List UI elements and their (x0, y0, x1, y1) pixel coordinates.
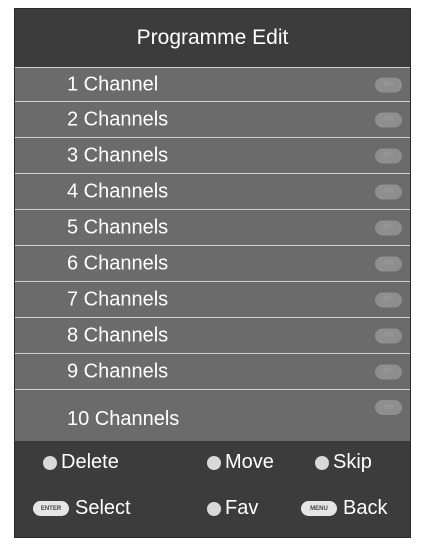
delete-button[interactable]: Delete (43, 451, 119, 474)
channel-type-badge: DTV (375, 292, 402, 307)
channel-type-badge: DTV (375, 364, 402, 379)
channel-row[interactable]: 2 Channels DTV (15, 101, 410, 137)
back-button[interactable]: MENU Back (301, 497, 387, 520)
channel-row[interactable]: 3 Channels DTV (15, 137, 410, 173)
channel-type-badge: DTV (375, 256, 402, 271)
button-legend: Delete Move Skip ENTER Select Fav MENU B… (15, 441, 410, 539)
channel-name: 5 Channels (67, 216, 169, 238)
skip-label: Skip (333, 451, 372, 473)
programme-edit-screen: Programme Edit 1 Channel DTV 2 Channels … (14, 8, 411, 538)
channel-row[interactable]: 6 Channels DTV (15, 245, 410, 281)
channel-type-badge: DTV (375, 184, 402, 199)
channel-row[interactable]: 10 Channels DTV (15, 389, 410, 441)
channel-type-badge: DTV (375, 148, 402, 163)
yellow-button-icon (315, 455, 329, 470)
skip-button[interactable]: Skip (315, 451, 372, 474)
channel-row[interactable]: 1 Channel DTV (15, 67, 410, 101)
enter-key-icon: ENTER (33, 501, 69, 516)
select-button[interactable]: ENTER Select (33, 497, 131, 520)
blue-button-icon (207, 501, 221, 516)
channel-type-badge: DTV (375, 220, 402, 235)
channel-row[interactable]: 5 Channels DTV (15, 209, 410, 245)
channel-row[interactable]: 4 Channels DTV (15, 173, 410, 209)
back-label: Back (343, 497, 388, 519)
channel-row[interactable]: 8 Channels DTV (15, 317, 410, 353)
channel-name: 7 Channels (67, 288, 169, 310)
move-button[interactable]: Move (207, 451, 274, 474)
select-label: Select (75, 497, 131, 519)
channel-row[interactable]: 9 Channels DTV (15, 353, 410, 389)
screen-title: Programme Edit (136, 26, 289, 49)
channel-name: 8 Channels (67, 324, 169, 346)
fav-button[interactable]: Fav (207, 497, 258, 520)
fav-label: Fav (225, 497, 259, 519)
channel-type-badge: DTV (375, 112, 402, 127)
channel-type-badge: DTV (375, 328, 402, 343)
channel-name: 6 Channels (67, 252, 169, 274)
channel-type-badge: DTV (375, 77, 402, 92)
menu-key-icon: MENU (301, 501, 337, 516)
channel-name: 1 Channel (67, 73, 159, 95)
move-label: Move (225, 451, 274, 473)
channel-name: 3 Channels (67, 144, 169, 166)
delete-label: Delete (61, 451, 119, 473)
channel-name: 2 Channels (67, 108, 169, 130)
channel-name: 10 Channels (67, 408, 180, 430)
green-button-icon (207, 455, 221, 470)
channel-row[interactable]: 7 Channels DTV (15, 281, 410, 317)
red-button-icon (43, 455, 57, 470)
channel-type-badge: DTV (375, 400, 402, 415)
channel-name: 9 Channels (67, 360, 169, 382)
channel-name: 4 Channels (67, 180, 169, 202)
